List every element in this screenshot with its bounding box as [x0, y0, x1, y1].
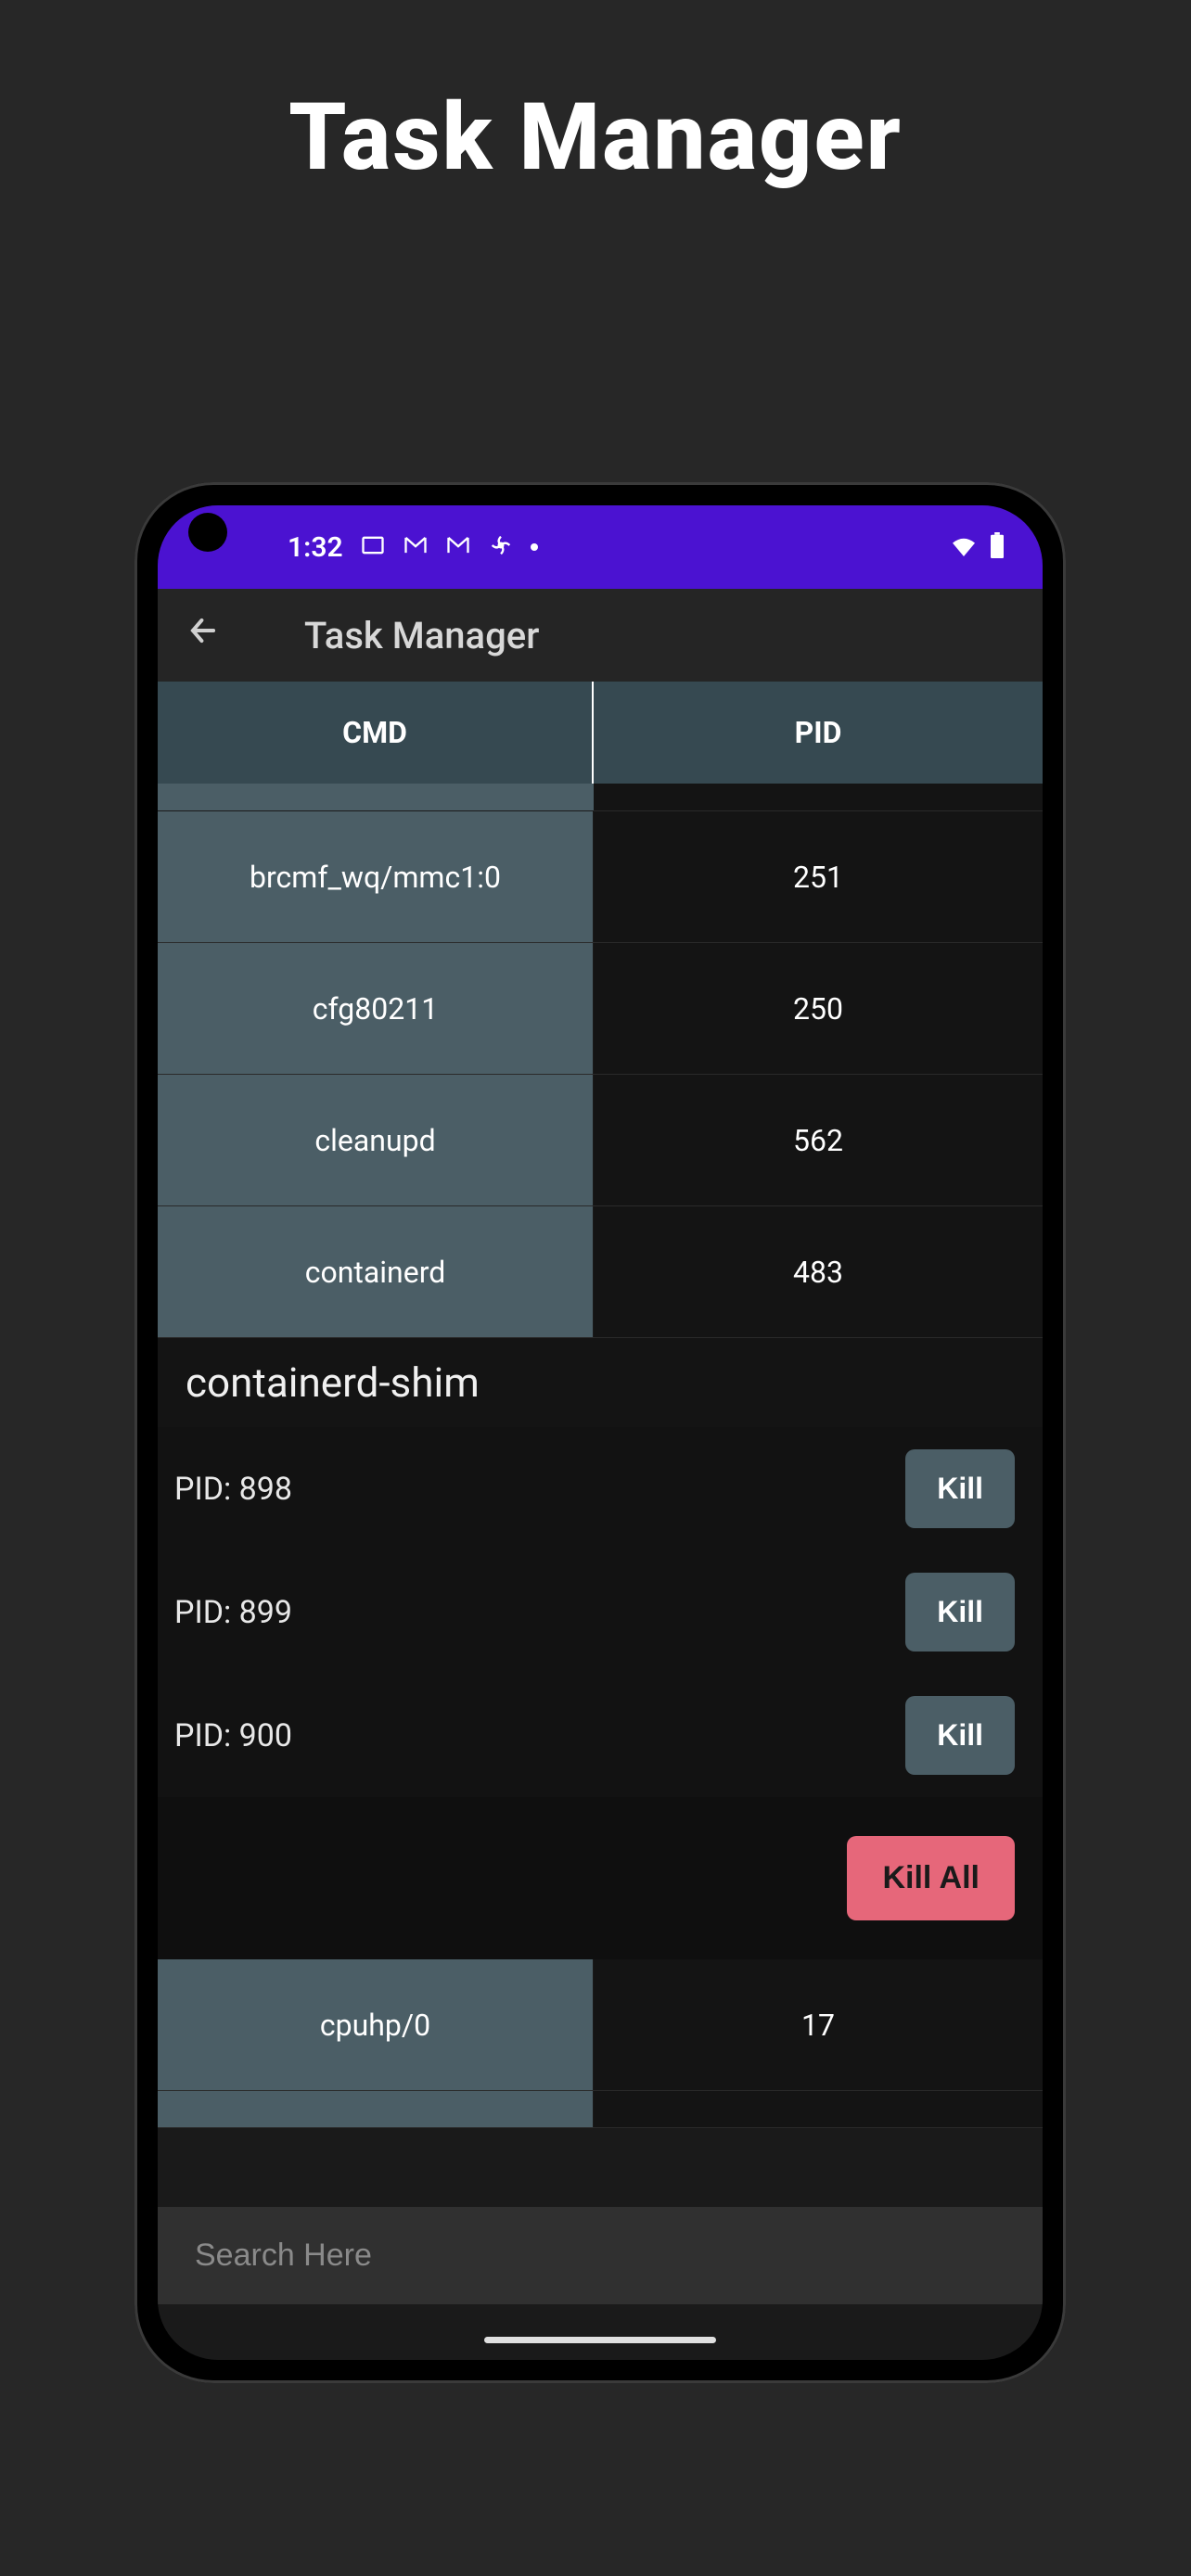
table-row[interactable]: containerd 483 — [158, 1206, 1043, 1338]
cell-cmd: cfg80211 — [158, 943, 594, 1074]
cell-cmd: brcmf_wq/mmc1:0 — [158, 811, 594, 942]
cell-pid: 562 — [594, 1075, 1043, 1205]
pid-row: PID: 899 Kill — [158, 1550, 1043, 1674]
kill-button[interactable]: Kill — [905, 1696, 1015, 1775]
expanded-process-name: containerd-shim — [158, 1338, 1043, 1427]
pid-label: PID: 898 — [174, 1471, 292, 1508]
cell-pid: 251 — [594, 811, 1043, 942]
header-pid[interactable]: PID — [594, 682, 1043, 784]
mail-icon — [403, 532, 429, 562]
pid-label: PID: 900 — [174, 1717, 292, 1754]
cell-cmd: cleanupd — [158, 1075, 594, 1205]
content-area[interactable]: CMD PID brcmf_wq/mmc1:0 251 cfg80211 250… — [158, 682, 1043, 2207]
pid-row: PID: 898 Kill — [158, 1427, 1043, 1550]
app-bar: Task Manager — [158, 589, 1043, 682]
status-bar: 1:32 — [158, 505, 1043, 589]
cell-pid: 483 — [594, 1206, 1043, 1337]
more-icon — [531, 543, 538, 551]
pid-label: PID: 899 — [174, 1594, 292, 1631]
table-row[interactable]: cfg80211 250 — [158, 943, 1043, 1075]
cell-cmd: cpuhp/0 — [158, 1959, 594, 2090]
cell-cmd: containerd — [158, 1206, 594, 1337]
table-row[interactable]: cpuhp/0 17 — [158, 1959, 1043, 2091]
mail-icon — [445, 532, 471, 562]
table-row[interactable] — [158, 2091, 1043, 2128]
status-time: 1:32 — [288, 531, 343, 564]
wifi-icon — [950, 534, 978, 560]
message-icon — [360, 532, 386, 562]
phone-screen: 1:32 — [158, 505, 1043, 2360]
search-bar — [158, 2207, 1043, 2304]
kill-all-row: Kill All — [158, 1797, 1043, 1959]
phone-frame: 1:32 — [134, 482, 1066, 2383]
header-cmd[interactable]: CMD — [158, 682, 594, 784]
battery-icon — [989, 532, 1005, 562]
table-header: CMD PID — [158, 682, 1043, 784]
back-button[interactable] — [176, 604, 230, 668]
fan-icon — [488, 532, 514, 562]
cell-pid: 250 — [594, 943, 1043, 1074]
kill-button[interactable]: Kill — [905, 1449, 1015, 1528]
kill-button[interactable]: Kill — [905, 1573, 1015, 1651]
camera-hole — [188, 513, 227, 552]
cell-pid — [594, 2091, 1043, 2127]
search-input[interactable] — [195, 2238, 1005, 2274]
cell-pid: 17 — [594, 1959, 1043, 2090]
cell-cmd — [158, 2091, 594, 2127]
page-title: Task Manager — [0, 0, 1191, 192]
kill-all-button[interactable]: Kill All — [847, 1836, 1015, 1920]
pid-row: PID: 900 Kill — [158, 1674, 1043, 1797]
table-row-partial — [158, 784, 1043, 811]
table-row[interactable]: cleanupd 562 — [158, 1075, 1043, 1206]
app-title: Task Manager — [304, 614, 539, 657]
table-row[interactable]: brcmf_wq/mmc1:0 251 — [158, 811, 1043, 943]
nav-indicator[interactable] — [484, 2337, 716, 2343]
